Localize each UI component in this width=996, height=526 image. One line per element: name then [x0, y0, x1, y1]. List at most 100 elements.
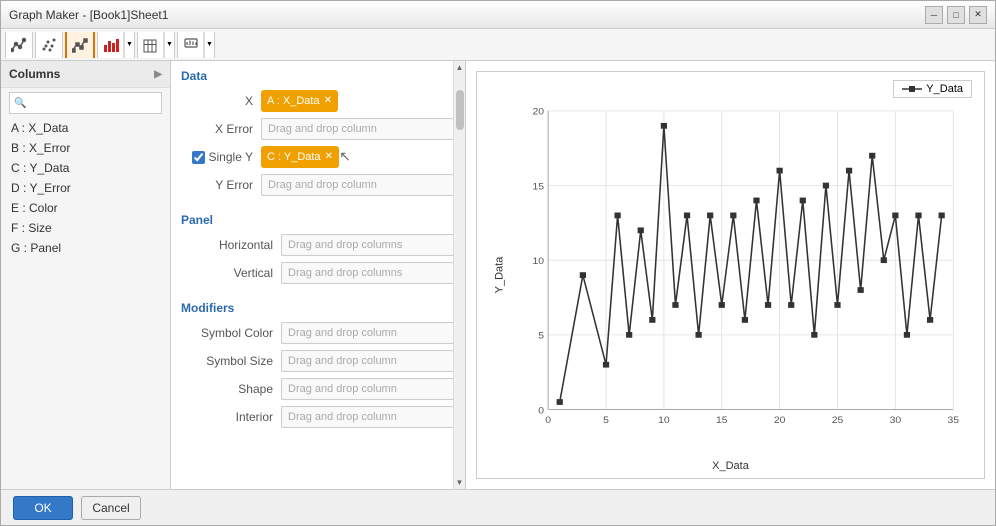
x-error-drop-zone[interactable]: Drag and drop column	[261, 118, 455, 140]
svg-text:20: 20	[532, 107, 544, 118]
line-chart-1-button[interactable]	[6, 32, 32, 58]
middle-panel: ▲ ▼ Data X A : X_Data ✕ X Error Drag and…	[171, 61, 466, 489]
histogram-button[interactable]	[138, 32, 164, 58]
left-panel: Columns ▶ 🔍 A : X_DataB : X_ErrorC : Y_D…	[1, 61, 171, 489]
toolbar: ▼ ▼	[1, 29, 995, 61]
columns-list: A : X_DataB : X_ErrorC : Y_DataD : Y_Err…	[1, 118, 170, 258]
cursor-indicator: ↖	[339, 148, 351, 165]
chart-container: Y_Data Y_Data X_Data 0510152005101520253…	[476, 71, 985, 479]
vertical-label: Vertical	[181, 266, 281, 280]
bottom-bar: OK Cancel	[1, 489, 995, 525]
interior-drop-zone[interactable]: Drag and drop column	[281, 406, 455, 428]
horizontal-field-row: Horizontal Drag and drop columns	[171, 231, 465, 259]
cancel-button[interactable]: Cancel	[81, 496, 141, 520]
chart-svg: 0510152005101520253035	[517, 82, 974, 448]
horizontal-drop-zone[interactable]: Drag and drop columns	[281, 234, 455, 256]
window-title: Graph Maker - [Book1]Sheet1	[9, 8, 168, 22]
histogram-dropdown[interactable]: ▼	[164, 32, 174, 58]
svg-text:10: 10	[658, 415, 670, 426]
symbol-size-label: Symbol Size	[181, 354, 281, 368]
x-error-field-row: X Error Drag and drop column	[171, 115, 465, 143]
columns-expand-icon[interactable]: ▶	[154, 69, 162, 80]
interior-field-row: Interior Drag and drop column	[171, 403, 465, 431]
x-tag-close[interactable]: ✕	[324, 96, 332, 106]
content-area: Columns ▶ 🔍 A : X_DataB : X_ErrorC : Y_D…	[1, 61, 995, 489]
interior-label: Interior	[181, 410, 281, 424]
x-error-label: X Error	[181, 122, 261, 136]
other-chart-button[interactable]	[178, 32, 204, 58]
single-y-label: Single Y	[209, 150, 253, 164]
y-axis-label: Y_Data	[493, 257, 505, 294]
symbol-color-drop-zone[interactable]: Drag and drop column	[281, 322, 455, 344]
svg-text:5: 5	[538, 331, 544, 342]
title-bar: Graph Maker - [Book1]Sheet1 ─ □ ✕	[1, 1, 995, 29]
svg-text:35: 35	[947, 415, 959, 426]
legend-label: Y_Data	[926, 83, 963, 95]
scroll-down-button[interactable]: ▼	[454, 476, 466, 489]
y-error-label: Y Error	[181, 178, 261, 192]
x-tag-text: A : X_Data	[267, 95, 320, 107]
svg-text:0: 0	[545, 415, 551, 426]
y-error-field-row: Y Error Drag and drop column	[171, 171, 465, 199]
panel-section-title: Panel	[171, 205, 465, 231]
main-window: Graph Maker - [Book1]Sheet1 ─ □ ✕	[0, 0, 996, 526]
column-item-b[interactable]: B : X_Error	[1, 138, 170, 158]
ok-button[interactable]: OK	[13, 496, 73, 520]
shape-drop-zone[interactable]: Drag and drop column	[281, 378, 455, 400]
window-controls: ─ □ ✕	[925, 6, 987, 24]
svg-text:20: 20	[774, 415, 786, 426]
svg-text:5: 5	[603, 415, 609, 426]
svg-text:0: 0	[538, 406, 544, 417]
vertical-drop-zone[interactable]: Drag and drop columns	[281, 262, 455, 284]
svg-text:10: 10	[532, 256, 544, 267]
shape-label: Shape	[181, 382, 281, 396]
line-marker-button[interactable]	[67, 32, 93, 58]
shape-field-row: Shape Drag and drop column	[171, 375, 465, 403]
symbol-size-field-row: Symbol Size Drag and drop column	[171, 347, 465, 375]
search-box: 🔍	[9, 92, 162, 114]
bar-chart-button[interactable]	[98, 32, 124, 58]
single-y-row: Single Y C : Y_Data ✕ ↖	[171, 143, 465, 171]
symbol-color-placeholder: Drag and drop column	[288, 327, 397, 339]
column-item-f[interactable]: F : Size	[1, 218, 170, 238]
columns-header: Columns ▶	[1, 61, 170, 88]
scroll-up-button[interactable]: ▲	[454, 61, 466, 74]
y-error-drop-zone[interactable]: Drag and drop column	[261, 174, 455, 196]
symbol-color-field-row: Symbol Color Drag and drop column	[171, 319, 465, 347]
horizontal-label: Horizontal	[181, 238, 281, 252]
horizontal-placeholder: Drag and drop columns	[288, 239, 402, 251]
scrollbar: ▲ ▼	[453, 61, 465, 489]
other-chart-dropdown[interactable]: ▼	[204, 32, 214, 58]
x-error-placeholder: Drag and drop column	[268, 123, 377, 135]
chart-type-group-6: ▼	[177, 32, 215, 58]
chart-type-group-4: ▼	[97, 32, 135, 58]
close-button[interactable]: ✕	[969, 6, 987, 24]
bar-chart-dropdown[interactable]: ▼	[124, 32, 134, 58]
maximize-button[interactable]: □	[947, 6, 965, 24]
single-y-checkbox[interactable]	[192, 151, 205, 164]
y-tag-close[interactable]: ✕	[325, 152, 333, 162]
symbol-size-drop-zone[interactable]: Drag and drop column	[281, 350, 455, 372]
chart-type-group-2	[35, 32, 63, 58]
columns-title: Columns	[9, 67, 60, 81]
vertical-placeholder: Drag and drop columns	[288, 267, 402, 279]
minimize-button[interactable]: ─	[925, 6, 943, 24]
vertical-field-row: Vertical Drag and drop columns	[171, 259, 465, 287]
scatter-button[interactable]	[36, 32, 62, 58]
column-item-g[interactable]: G : Panel	[1, 238, 170, 258]
shape-placeholder: Drag and drop column	[288, 383, 397, 395]
column-item-c[interactable]: C : Y_Data	[1, 158, 170, 178]
chart-legend: Y_Data	[893, 80, 972, 98]
column-item-a[interactable]: A : X_Data	[1, 118, 170, 138]
chart-area: Y_Data Y_Data X_Data 0510152005101520253…	[466, 61, 995, 489]
scroll-thumb[interactable]	[456, 90, 464, 130]
data-section-title: Data	[171, 61, 465, 87]
chart-type-group-1	[5, 32, 33, 58]
symbol-size-placeholder: Drag and drop column	[288, 355, 397, 367]
svg-text:30: 30	[890, 415, 902, 426]
chart-type-group-5: ▼	[137, 32, 175, 58]
svg-text:25: 25	[832, 415, 844, 426]
column-item-d[interactable]: D : Y_Error	[1, 178, 170, 198]
search-input[interactable]	[26, 97, 157, 109]
column-item-e[interactable]: E : Color	[1, 198, 170, 218]
